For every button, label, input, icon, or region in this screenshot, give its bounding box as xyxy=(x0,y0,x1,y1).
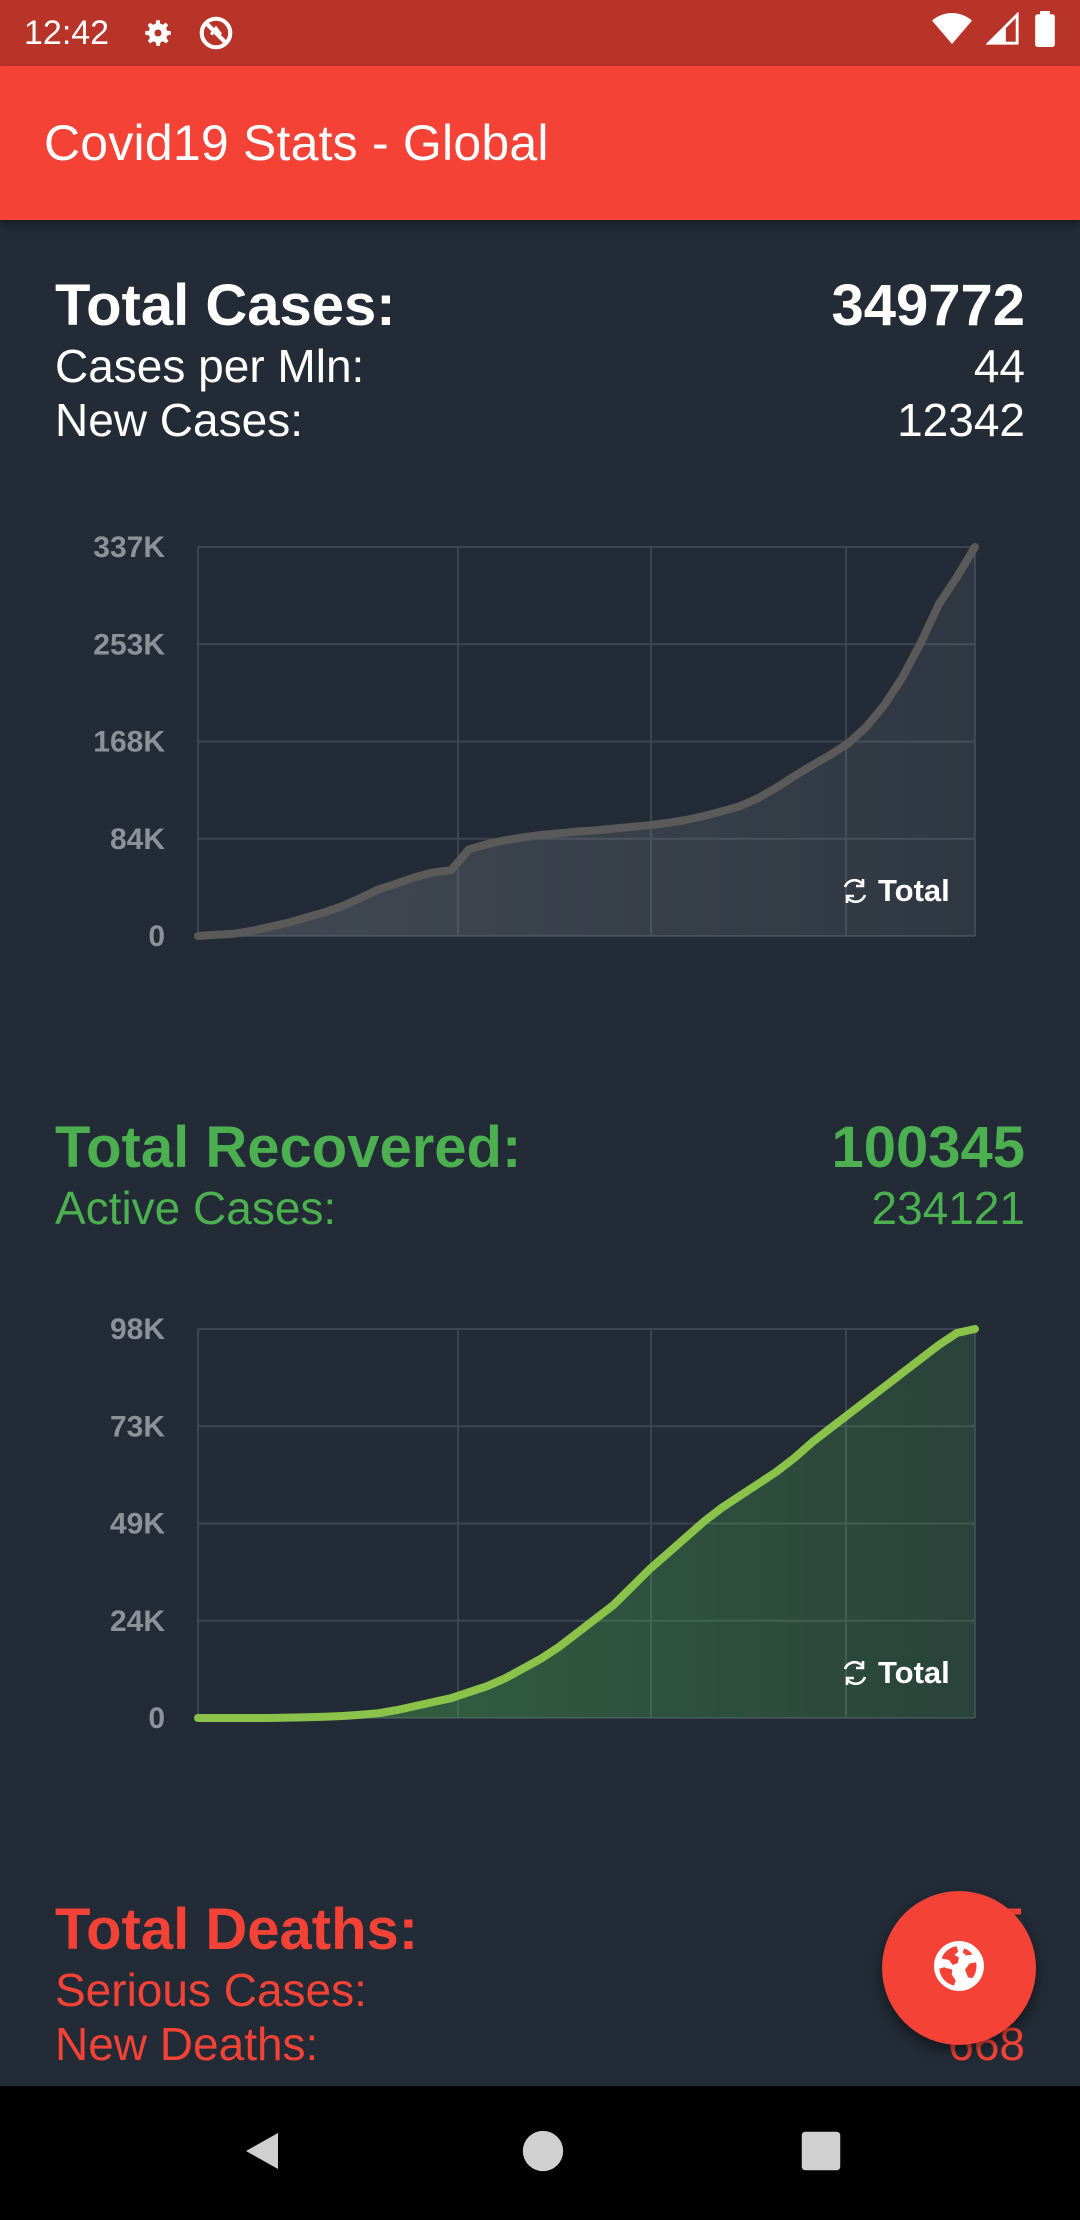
signal-icon xyxy=(985,10,1020,55)
y-tick-label: 24K xyxy=(110,1605,165,1638)
serious-cases-label: Serious Cases: xyxy=(55,1964,367,2016)
y-tick-label: 0 xyxy=(148,1702,165,1732)
y-tick-label: 0 xyxy=(148,920,165,950)
total-recovered-value: 100345 xyxy=(831,1115,1025,1180)
new-cases-label: New Cases: xyxy=(55,394,303,446)
total-cases-label: Total Cases: xyxy=(55,273,396,338)
total-cases-value: 349772 xyxy=(831,273,1025,338)
y-tick-label: 168K xyxy=(93,726,165,759)
toggle-label: Total xyxy=(878,873,950,908)
wifi-icon xyxy=(932,12,972,55)
back-icon[interactable] xyxy=(238,2127,286,2180)
status-bar: 12:42 xyxy=(0,0,1080,66)
battery-icon xyxy=(1034,10,1056,56)
total-recovered-label: Total Recovered: xyxy=(55,1115,522,1180)
recovered-chart-svg[interactable]: 024K49K73K98KJan 22Feb 06Feb 21Mar 07Tot… xyxy=(0,1272,1080,1777)
stats-content[interactable]: Total Cases: 349772 Cases per Mln: 44 Ne… xyxy=(0,220,1080,2086)
page-title: Covid19 Stats - Global xyxy=(44,115,549,171)
home-icon[interactable] xyxy=(521,2129,565,2178)
globe-fab-button[interactable] xyxy=(882,1891,1036,2045)
y-tick-label: 98K xyxy=(110,1313,165,1346)
active-cases-value: 234121 xyxy=(871,1182,1026,1234)
total-cases-chart[interactable]: 084K168K253K337KJan 22Feb 06Feb 21Mar 07… xyxy=(0,490,1080,995)
recovered-summary: Total Recovered: 100345 Active Cases: 23… xyxy=(55,1114,1025,1235)
total-deaths-label: Total Deaths: xyxy=(55,1897,419,1962)
gear-icon xyxy=(141,16,175,50)
cases-chart-svg[interactable]: 084K168K253K337KJan 22Feb 06Feb 21Mar 07… xyxy=(0,490,1080,995)
y-tick-label: 253K xyxy=(93,628,165,661)
new-cases-value: 12342 xyxy=(897,394,1025,446)
y-tick-label: 73K xyxy=(110,1410,165,1443)
y-tick-label: 337K xyxy=(93,531,165,564)
globe-icon xyxy=(929,1936,989,2001)
cases-per-mln-label: Cases per Mln: xyxy=(55,340,365,392)
status-time: 12:42 xyxy=(24,13,110,52)
recents-icon[interactable] xyxy=(800,2130,842,2177)
recovered-chart[interactable]: 024K49K73K98KJan 22Feb 06Feb 21Mar 07Tot… xyxy=(0,1272,1080,1777)
y-tick-label: 84K xyxy=(110,823,165,856)
deaths-summary: Total Deaths: 15 Serious Cases: New Deat… xyxy=(55,1896,1025,2071)
y-tick-label: 49K xyxy=(110,1508,165,1541)
active-cases-label: Active Cases: xyxy=(55,1182,337,1234)
cases-summary: Total Cases: 349772 Cases per Mln: 44 Ne… xyxy=(55,272,1025,447)
app-bar: Covid19 Stats - Global xyxy=(0,66,1080,220)
system-nav-bar xyxy=(0,2086,1080,2220)
toggle-label: Total xyxy=(878,1655,950,1690)
no-sync-icon xyxy=(197,14,235,52)
cases-per-mln-value: 44 xyxy=(973,340,1025,392)
new-deaths-label: New Deaths: xyxy=(55,2018,319,2070)
